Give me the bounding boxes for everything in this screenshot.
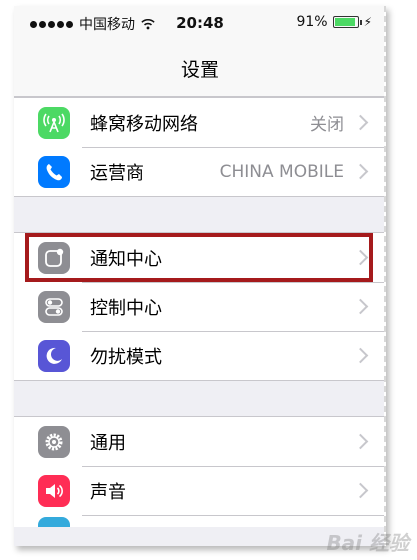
settings-row-value: 关闭: [310, 115, 344, 135]
chevron-right-icon: [352, 163, 369, 180]
settings-row-partial: [14, 515, 386, 527]
chevron-right-icon: [352, 347, 369, 364]
settings-row-label: 蜂窝移动网络: [90, 113, 198, 135]
charging-icon: ⚡: [363, 15, 372, 29]
phone-screen: 中国移动 20:48 91% ⚡ 设置 蜂窝移动网络 关闭 运营商 CHINA …: [14, 6, 386, 546]
battery-percent: 91%: [296, 14, 328, 30]
watermark: Bai 经验: [326, 531, 409, 555]
settings-row-label: 声音: [90, 481, 126, 503]
settings-row-label: 运营商: [90, 162, 144, 184]
battery-icon: [332, 16, 362, 28]
settings-group-network: 蜂窝移动网络 关闭 运营商 CHINA MOBILE: [14, 97, 386, 197]
chevron-right-icon: [352, 114, 369, 131]
settings-row-carrier[interactable]: 运营商 CHINA MOBILE: [14, 147, 386, 196]
speaker-icon: [38, 474, 70, 507]
settings-row-control-center[interactable]: 控制中心: [14, 282, 386, 331]
gear-icon: [38, 425, 70, 458]
chevron-right-icon: [352, 298, 369, 315]
control-center-icon: [38, 290, 70, 323]
settings-row-do-not-disturb[interactable]: 勿扰模式: [14, 331, 386, 380]
settings-row-label: 勿扰模式: [90, 346, 162, 368]
settings-group-general: 通用 声音: [14, 416, 386, 527]
settings-row-label: 控制中心: [90, 297, 162, 319]
navigation-bar: 设置: [14, 40, 386, 97]
settings-row-general[interactable]: 通用: [14, 417, 386, 466]
status-bar: 中国移动 20:48 91% ⚡: [14, 6, 386, 40]
moon-icon: [38, 339, 70, 372]
highlight-box: [25, 233, 373, 282]
settings-row-cellular[interactable]: 蜂窝移动网络 关闭: [14, 98, 386, 147]
cellular-antenna-icon: [38, 106, 70, 139]
chevron-right-icon: [352, 482, 369, 499]
settings-row-value: CHINA MOBILE: [219, 161, 344, 182]
partial-app-icon: [38, 517, 70, 527]
page-title: 设置: [180, 59, 219, 81]
settings-row-sounds[interactable]: 声音: [14, 466, 386, 515]
chevron-right-icon: [352, 433, 369, 450]
settings-row-label: 通用: [90, 432, 126, 454]
phone-icon: [38, 155, 70, 188]
